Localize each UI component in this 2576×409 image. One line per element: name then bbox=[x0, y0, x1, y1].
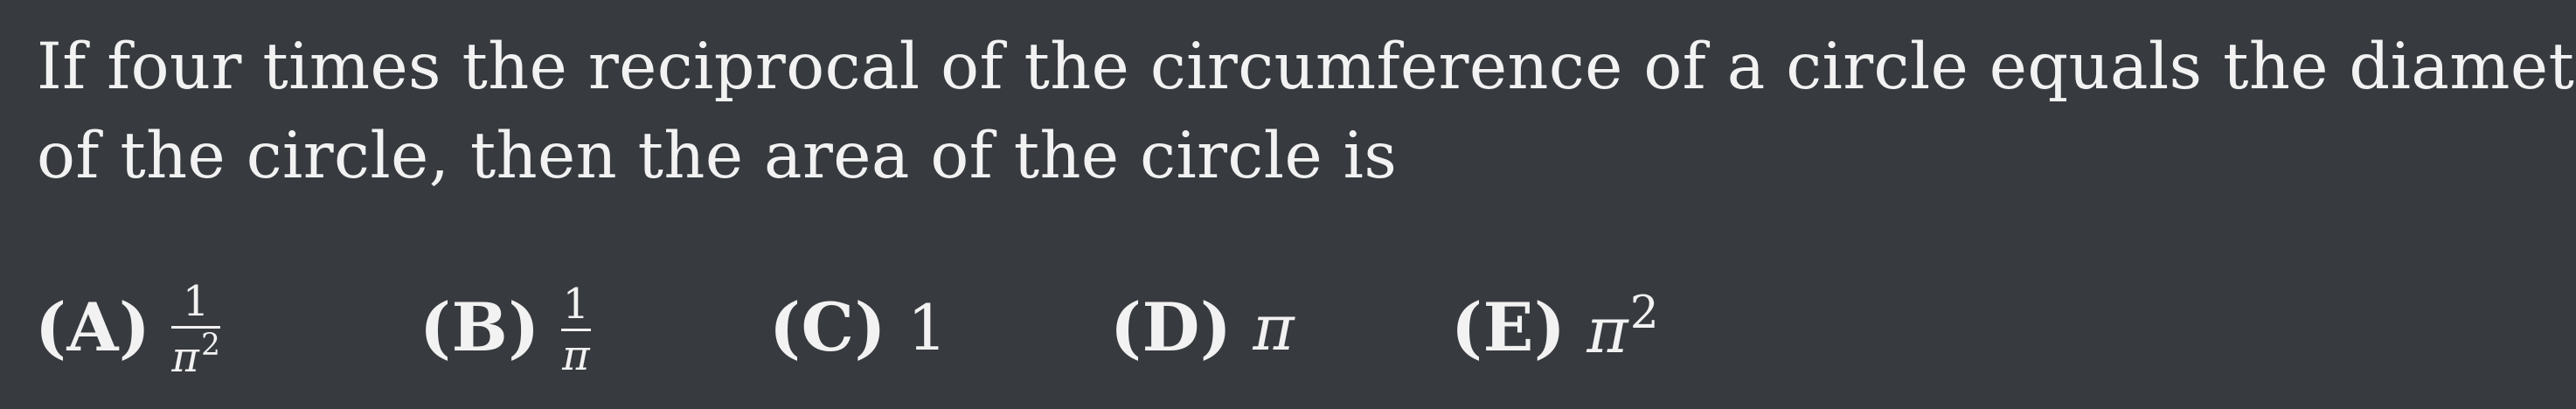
choice-d-value: π bbox=[1253, 291, 1295, 364]
choice-e: (E) π2 bbox=[1451, 275, 1659, 380]
choice-a-denominator: π2 bbox=[171, 329, 220, 378]
choice-c: (C) 1 bbox=[769, 275, 948, 380]
choice-b-label: (B) bbox=[420, 288, 540, 366]
choice-a-numerator: 1 bbox=[182, 277, 210, 326]
choice-b: (B) 1 π bbox=[420, 275, 592, 380]
choice-a-denominator-exponent: 2 bbox=[200, 328, 220, 364]
choice-e-base: π bbox=[1587, 294, 1628, 367]
choice-a-label: (A) bbox=[35, 288, 151, 366]
choice-d-label: (D) bbox=[1110, 288, 1232, 366]
choice-b-fraction: 1 π bbox=[560, 279, 592, 380]
choice-a-fraction: 1 π2 bbox=[171, 281, 220, 378]
question-line-1: If four times the reciprocal of the circ… bbox=[37, 30, 2576, 104]
choice-c-label: (C) bbox=[769, 288, 886, 366]
choice-e-label: (E) bbox=[1451, 288, 1566, 366]
choice-c-value: 1 bbox=[906, 291, 948, 364]
choice-a: (A) 1 π2 bbox=[35, 275, 220, 380]
problem-page: If four times the reciprocal of the circ… bbox=[0, 0, 2576, 409]
question-line-2: of the circle, then the area of the circ… bbox=[37, 119, 1398, 193]
choice-e-exponent: 2 bbox=[1629, 287, 1659, 340]
choice-a-denominator-base: π bbox=[171, 333, 199, 382]
choice-e-value: π2 bbox=[1587, 291, 1658, 362]
choice-d: (D) π bbox=[1110, 275, 1295, 380]
answer-choices: (A) 1 π2 (B) 1 π (C) 1 (D) π (E) π2 bbox=[35, 275, 2552, 380]
choice-b-numerator: 1 bbox=[562, 279, 590, 329]
choice-b-denominator: π bbox=[562, 330, 590, 380]
question-text: If four times the reciprocal of the circ… bbox=[37, 23, 2576, 201]
